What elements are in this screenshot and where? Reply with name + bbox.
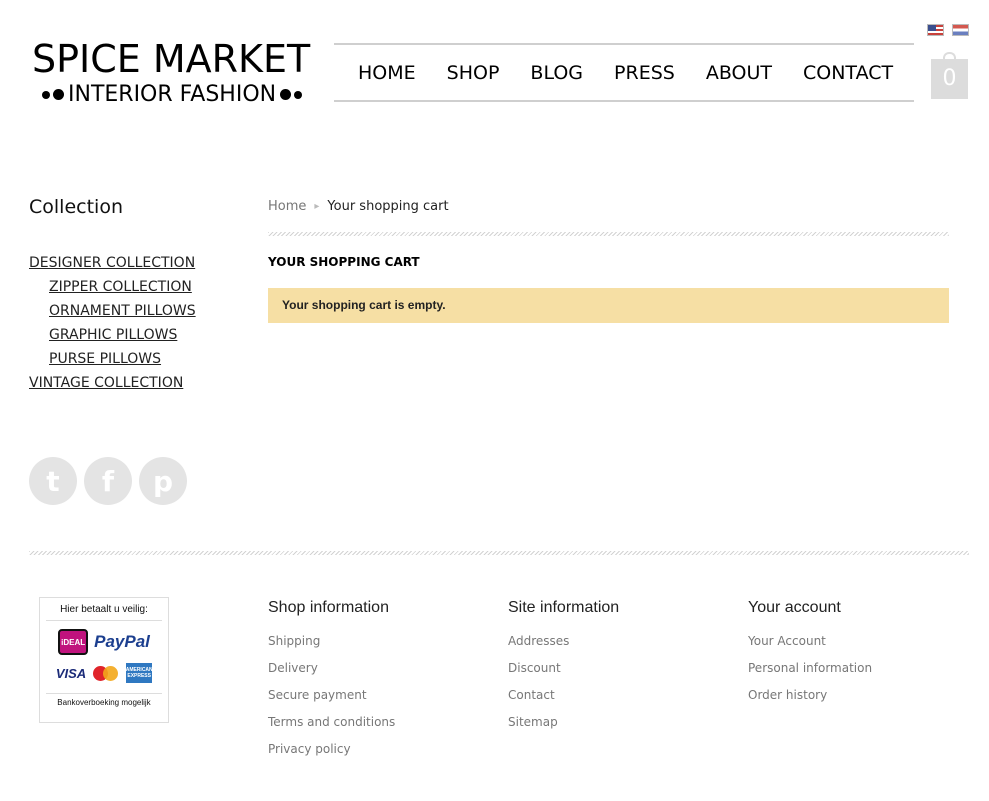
payment-row-2: VISA AMERICAN EXPRESS — [40, 663, 168, 683]
breadcrumb-home[interactable]: Home — [268, 199, 306, 214]
empty-cart-alert: Your shopping cart is empty. — [268, 288, 949, 323]
collection-item: DESIGNER COLLECTION — [29, 251, 196, 275]
nav-shop[interactable]: SHOP — [447, 62, 500, 84]
sidebar-title: Collection — [29, 196, 123, 218]
collection-item: VINTAGE COLLECTION — [29, 371, 196, 395]
cart-count: 0 — [942, 66, 957, 91]
footer-link-terms[interactable]: Terms and conditions — [268, 715, 395, 729]
footer-your-account: Your account Your Account Personal infor… — [748, 599, 872, 709]
collection-link-ornament[interactable]: ORNAMENT PILLOWS — [49, 303, 196, 319]
footer-site-information: Site information Addresses Discount Cont… — [508, 599, 619, 736]
nl-flag-icon[interactable] — [952, 24, 969, 36]
us-flag-icon[interactable] — [927, 24, 944, 36]
payment-title: Hier betaalt u veilig: — [46, 604, 162, 621]
breadcrumb-current: Your shopping cart — [327, 199, 449, 214]
collection-link-zipper[interactable]: ZIPPER COLLECTION — [49, 279, 192, 295]
twitter-icon[interactable]: t — [29, 457, 77, 505]
paypal-logo: PayPal — [94, 632, 150, 651]
pinterest-icon[interactable]: p — [139, 457, 187, 505]
footer-link-personal-info[interactable]: Personal information — [748, 661, 872, 675]
footer-link-order-history[interactable]: Order history — [748, 688, 827, 702]
footer-link-privacy[interactable]: Privacy policy — [268, 742, 351, 756]
logo-subtitle: INTERIOR FASHION — [32, 82, 328, 107]
payment-row-1: iDEAL PayPal — [40, 629, 168, 655]
cart-button[interactable]: 0 — [931, 59, 968, 99]
main-nav: HOME SHOP BLOG PRESS ABOUT CONTACT — [334, 43, 914, 102]
logo-title: SPICE MARKET — [32, 37, 311, 81]
collection-link-purse[interactable]: PURSE PILLOWS — [49, 351, 161, 367]
amex-logo: AMERICAN EXPRESS — [126, 663, 153, 683]
footer-link-discount[interactable]: Discount — [508, 661, 561, 675]
footer-link-secure-payment[interactable]: Secure payment — [268, 688, 367, 702]
nav-press[interactable]: PRESS — [614, 62, 675, 84]
facebook-icon[interactable]: f — [84, 457, 132, 505]
nav-blog[interactable]: BLOG — [530, 62, 583, 84]
logo-dots-right — [280, 89, 303, 100]
nav-contact[interactable]: CONTACT — [803, 62, 893, 84]
nav-about[interactable]: ABOUT — [706, 62, 772, 84]
mastercard-icon — [91, 664, 121, 682]
visa-logo: VISA — [55, 665, 87, 681]
footer-link-shipping[interactable]: Shipping — [268, 634, 320, 648]
footer-link-your-account[interactable]: Your Account — [748, 634, 826, 648]
breadcrumb: Home ▸ Your shopping cart — [268, 199, 449, 214]
payment-methods-badge: Hier betaalt u veilig: iDEAL PayPal VISA… — [39, 597, 169, 723]
collection-link-vintage[interactable]: VINTAGE COLLECTION — [29, 375, 183, 391]
footer-link-sitemap[interactable]: Sitemap — [508, 715, 558, 729]
collection-list: DESIGNER COLLECTION ZIPPER COLLECTION OR… — [29, 251, 196, 395]
collection-item: ZIPPER COLLECTION — [29, 275, 196, 299]
collection-link-designer[interactable]: DESIGNER COLLECTION — [29, 255, 195, 271]
payment-footer: Bankoverboeking mogelijk — [46, 693, 162, 707]
collection-link-graphic[interactable]: GRAPHIC PILLOWS — [49, 327, 177, 343]
ideal-logo: iDEAL — [58, 629, 89, 655]
collection-item: ORNAMENT PILLOWS — [29, 299, 196, 323]
site-logo[interactable]: SPICE MARKET INTERIOR FASHION — [32, 38, 328, 107]
footer-heading: Your account — [748, 599, 841, 616]
footer-shop-information: Shop information Shipping Delivery Secur… — [268, 599, 395, 763]
logo-dots-left — [42, 89, 64, 100]
collection-item: GRAPHIC PILLOWS — [29, 323, 196, 347]
footer-link-addresses[interactable]: Addresses — [508, 634, 569, 648]
social-links: t f p — [29, 457, 187, 505]
footer-heading: Shop information — [268, 599, 389, 616]
collection-item: PURSE PILLOWS — [29, 347, 196, 371]
footer-link-contact[interactable]: Contact — [508, 688, 555, 702]
footer-heading: Site information — [508, 599, 620, 616]
page-title: YOUR SHOPPING CART — [268, 255, 420, 269]
language-selector — [927, 24, 969, 36]
nav-home[interactable]: HOME — [358, 62, 416, 84]
chevron-right-icon: ▸ — [314, 201, 320, 212]
footer-link-delivery[interactable]: Delivery — [268, 661, 318, 675]
footer-divider — [29, 551, 969, 555]
logo-subtitle-text: INTERIOR FASHION — [68, 82, 277, 107]
content-divider — [268, 232, 949, 236]
